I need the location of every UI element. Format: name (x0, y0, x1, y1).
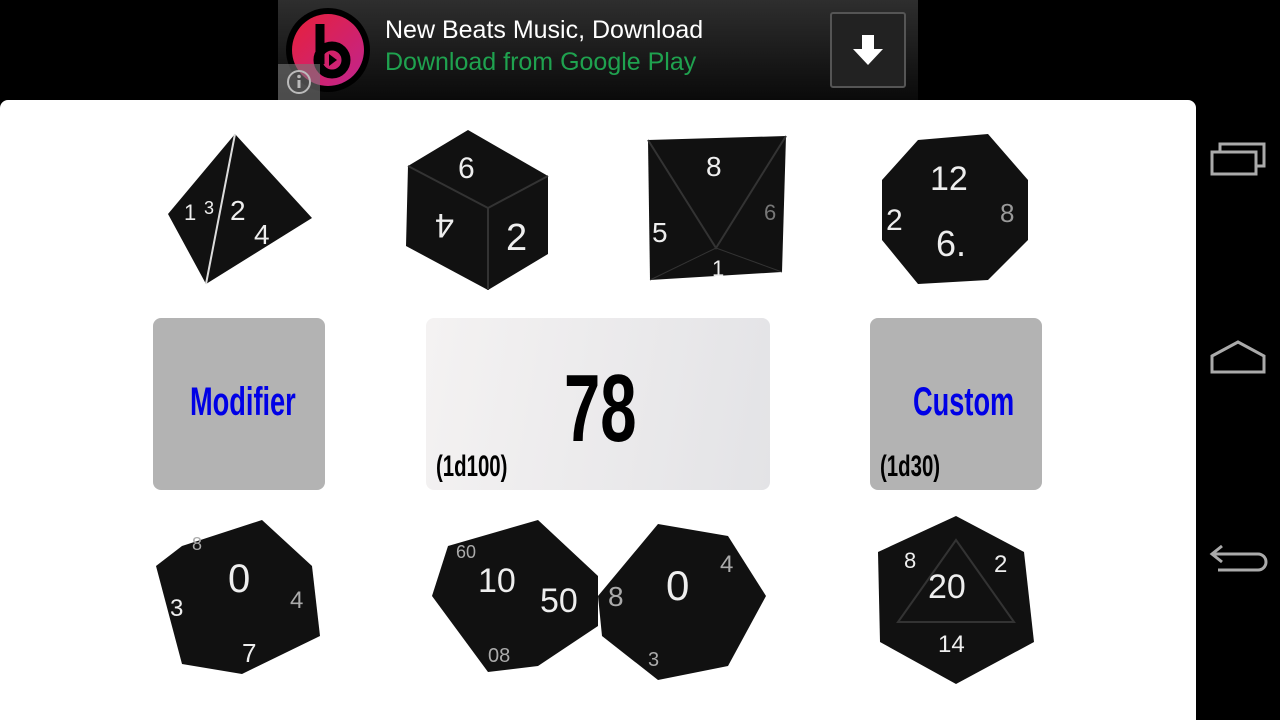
modifier-button[interactable]: Modifier (153, 318, 325, 490)
ad-title[interactable]: New Beats Music, Download (385, 16, 703, 45)
die-face-number: 08 (488, 645, 510, 667)
die-face-number: 4 (435, 206, 454, 244)
die-face-number: 3 (204, 198, 214, 218)
custom-button[interactable]: Custom (1d30) (870, 318, 1042, 490)
die-face-number: 8 (1000, 198, 1014, 228)
result-value: 78 (564, 355, 637, 462)
ad-banner[interactable]: New Beats Music, Download Download from … (278, 0, 918, 100)
die-face-number: 10 (478, 562, 516, 600)
custom-roll-notation: (1d30) (880, 450, 941, 483)
d20-die[interactable]: 20 8 2 14 (874, 512, 1038, 688)
die-face-number: 3 (170, 595, 183, 622)
die-face-number: 14 (938, 631, 965, 658)
download-button[interactable] (830, 12, 906, 88)
die-face-number: 4 (720, 551, 733, 578)
info-icon[interactable] (278, 64, 320, 100)
d4-die[interactable]: 1 2 3 4 (160, 128, 320, 288)
die-face-number: 20 (928, 568, 966, 606)
download-arrow-icon (853, 35, 883, 65)
d6-die[interactable]: 6 4 2 (398, 126, 556, 294)
die-face-number: 7 (242, 638, 256, 668)
die-face-number: 0 (666, 562, 689, 609)
die-face-number: 8 (608, 581, 624, 612)
die-face-number: 6 (458, 152, 475, 185)
die-face-number: 2 (230, 195, 246, 226)
die-face-number: 60 (456, 542, 476, 562)
die-face-number: 5 (652, 217, 668, 248)
ad-subtitle[interactable]: Download from Google Play (385, 48, 696, 77)
d8-die[interactable]: 8 5 6 1 (642, 132, 792, 284)
die-face-number: 2 (886, 204, 903, 237)
die-face-number: 8 (192, 534, 202, 554)
die-face-number: 4 (290, 587, 303, 614)
d100-dice-pair[interactable]: 10 50 08 60 0 8 4 3 (428, 516, 768, 684)
result-roll-notation: (1d100) (436, 450, 508, 483)
die-face-number: 2 (994, 551, 1007, 578)
modifier-label: Modifier (190, 380, 296, 424)
custom-label: Custom (913, 380, 1015, 424)
die-face-number: 6 (764, 200, 776, 225)
die-face-number: 12 (930, 160, 968, 198)
die-face-number: 8 (706, 151, 722, 182)
roll-result-display[interactable]: 78 (1d100) (426, 318, 770, 490)
d12-die[interactable]: 12 2 6. 8 (878, 130, 1034, 288)
die-face-number: 1 (712, 256, 724, 281)
die-face-number: 6. (936, 223, 966, 264)
die-face-number: 4 (254, 219, 270, 250)
die-face-number: 50 (540, 582, 578, 620)
die-face-number: 2 (506, 217, 527, 259)
back-icon[interactable] (1208, 528, 1268, 588)
navigation-bar (1196, 0, 1280, 720)
home-icon[interactable] (1208, 330, 1268, 390)
die-face-number: 0 (228, 557, 250, 601)
recent-apps-icon[interactable] (1208, 130, 1268, 190)
die-face-number: 1 (184, 200, 196, 225)
die-face-number: 8 (904, 548, 916, 573)
die-face-number: 3 (648, 649, 659, 671)
d10-die[interactable]: 0 8 4 7 3 (152, 516, 324, 680)
